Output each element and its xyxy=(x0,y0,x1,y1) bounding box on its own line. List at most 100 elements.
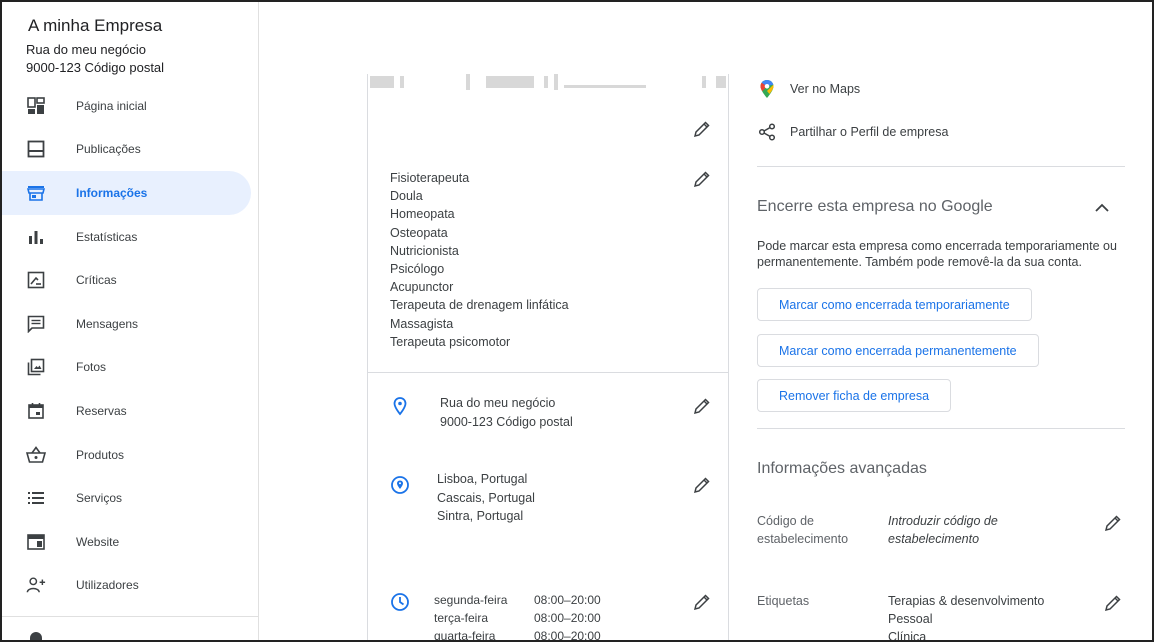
share-icon xyxy=(757,122,777,142)
sidebar-item-label: Website xyxy=(76,534,120,549)
sidebar-item-utilizadores[interactable]: Utilizadores xyxy=(2,564,251,608)
app-frame: A minha Empresa Rua do meu negócio 9000-… xyxy=(0,0,1154,642)
location-pin-icon xyxy=(390,396,410,416)
sidebar-divider xyxy=(2,616,259,617)
hours-time: 08:00–20:00 xyxy=(534,629,601,642)
reviews-icon xyxy=(26,270,46,290)
mark-permanently-closed-button[interactable]: Marcar como encerrada permanentemente xyxy=(757,334,1039,367)
calendar-icon xyxy=(26,401,46,421)
category-item: Massagista xyxy=(390,316,454,331)
edit-address-button[interactable] xyxy=(693,397,711,415)
category-item: Terapeuta psicomotor xyxy=(390,334,511,349)
category-item: Acupunctor xyxy=(390,280,454,295)
sidebar-item-label: Utilizadores xyxy=(76,578,139,593)
pencil-icon xyxy=(693,398,710,415)
remove-listing-button[interactable]: Remover ficha de empresa xyxy=(757,379,952,412)
view-on-maps-link[interactable]: Ver no Maps xyxy=(757,79,860,99)
service-area-item: Sintra, Portugal xyxy=(437,509,524,523)
mark-temporarily-closed-button[interactable]: Marcar como encerrada temporariamente xyxy=(757,288,1032,321)
labels-values: Terapias & desenvolvimento Pessoal Clíni… xyxy=(888,592,1045,642)
service-area-item: Cascais, Portugal xyxy=(437,490,535,505)
address-line1: Rua do meu negócio xyxy=(440,396,556,410)
business-address-line1: Rua do meu negócio xyxy=(26,42,146,57)
sidebar-item-label: Informações xyxy=(76,185,148,200)
sidebar: A minha Empresa Rua do meu negócio 9000-… xyxy=(2,2,259,640)
sidebar-item-label: Reservas xyxy=(76,403,127,418)
hours-time: 08:00–20:00 xyxy=(534,611,601,625)
category-item: Psicólogo xyxy=(390,262,445,277)
labels-label: Etiquetas xyxy=(757,594,810,608)
collapse-chevron-icon[interactable] xyxy=(1094,201,1110,215)
business-address: Rua do meu negócio 9000-123 Código posta… xyxy=(26,41,164,77)
sidebar-item-label: Mensagens xyxy=(76,316,139,331)
service-area-icon xyxy=(390,475,410,495)
sidebar-item-criticas[interactable]: Críticas xyxy=(2,258,251,302)
store-code-label-line1: Código de xyxy=(757,514,814,528)
label-item: Clínica xyxy=(888,630,927,642)
hours-row: terça-feira 08:00–20:00 xyxy=(434,609,601,627)
sidebar-item-website[interactable]: Website xyxy=(2,520,251,564)
address-line2: 9000-123 Código postal xyxy=(440,414,573,429)
add-user-icon xyxy=(26,575,46,595)
store-code-label: Código de estabelecimento xyxy=(757,512,848,548)
business-name: A minha Empresa xyxy=(28,16,163,35)
hours-row: quarta-feira 08:00–20:00 xyxy=(434,627,601,642)
list-icon xyxy=(26,488,46,508)
web-icon xyxy=(26,532,46,552)
category-item: Homeopata xyxy=(390,207,455,222)
edit-description-button[interactable] xyxy=(693,120,711,138)
sidebar-item-produtos[interactable]: Produtos xyxy=(2,433,251,477)
pencil-icon xyxy=(693,171,710,188)
category-item: Nutricionista xyxy=(390,243,459,258)
sidebar-item-fotos[interactable]: Fotos xyxy=(2,346,251,390)
store-code-value[interactable]: Introduzir código de estabelecimento xyxy=(888,512,998,548)
clock-icon xyxy=(390,592,410,612)
close-business-title: Encerre esta empresa no Google xyxy=(757,198,993,215)
sidebar-item-informacoes[interactable]: Informações xyxy=(2,171,251,215)
service-areas-list: Lisboa, Portugal Cascais, Portugal Sintr… xyxy=(437,470,535,526)
share-profile-link[interactable]: Partilhar o Perfil de empresa xyxy=(757,122,948,142)
business-address-block: Rua do meu negócio 9000-123 Código posta… xyxy=(440,394,573,431)
user-icon xyxy=(30,632,42,640)
sidebar-nav: Página inicial Publicações Informações E… xyxy=(2,84,259,607)
bar-chart-icon xyxy=(26,227,46,247)
hours-day: terça-feira xyxy=(434,611,489,625)
hours-row: segunda-feira 08:00–20:00 xyxy=(434,591,601,609)
pencil-icon xyxy=(693,477,710,494)
dashboard-icon xyxy=(26,96,46,116)
business-address-line2: 9000-123 Código postal xyxy=(26,60,165,75)
sidebar-item-label: Publicações xyxy=(76,142,141,157)
store-code-label-line2: estabelecimento xyxy=(757,532,849,546)
sidebar-item-publicacoes[interactable]: Publicações xyxy=(2,128,251,172)
edit-hours-button[interactable] xyxy=(693,593,711,611)
maps-link-label: Ver no Maps xyxy=(790,82,861,96)
section-divider xyxy=(757,428,1125,429)
edit-service-areas-button[interactable] xyxy=(693,476,711,494)
category-item: Osteopata xyxy=(390,225,448,240)
edit-labels-button[interactable] xyxy=(1104,594,1122,612)
categories-list: Fisioterapeuta Doula Homeopata Osteopata… xyxy=(390,169,569,351)
sidebar-item-reservas[interactable]: Reservas xyxy=(2,389,251,433)
section-divider xyxy=(757,166,1125,167)
sidebar-item-estatisticas[interactable]: Estatísticas xyxy=(2,215,251,259)
sidebar-item-pagina-inicial[interactable]: Página inicial xyxy=(2,84,251,128)
section-divider xyxy=(368,372,728,373)
edit-store-code-button[interactable] xyxy=(1104,514,1122,532)
sidebar-item-servicos[interactable]: Serviços xyxy=(2,476,251,520)
category-item: Doula xyxy=(390,189,423,204)
message-icon xyxy=(26,314,46,334)
storefront-icon xyxy=(26,183,46,203)
hours-day: segunda-feira xyxy=(434,593,508,607)
label-item: Terapias & desenvolvimento xyxy=(888,594,1045,608)
share-link-label: Partilhar o Perfil de empresa xyxy=(790,125,949,139)
edit-categories-button[interactable] xyxy=(693,170,711,188)
opening-hours: segunda-feira 08:00–20:00 terça-feira 08:0… xyxy=(434,591,601,642)
hours-time: 08:00–20:00 xyxy=(534,593,601,607)
sidebar-item-label: Página inicial xyxy=(76,98,147,113)
posts-icon xyxy=(26,139,46,159)
sidebar-item-label: Críticas xyxy=(76,273,117,288)
service-area-item: Lisboa, Portugal xyxy=(437,472,528,486)
sidebar-item-mensagens[interactable]: Mensagens xyxy=(2,302,251,346)
sidebar-item-label: Estatísticas xyxy=(76,229,138,244)
pencil-icon xyxy=(693,121,710,138)
